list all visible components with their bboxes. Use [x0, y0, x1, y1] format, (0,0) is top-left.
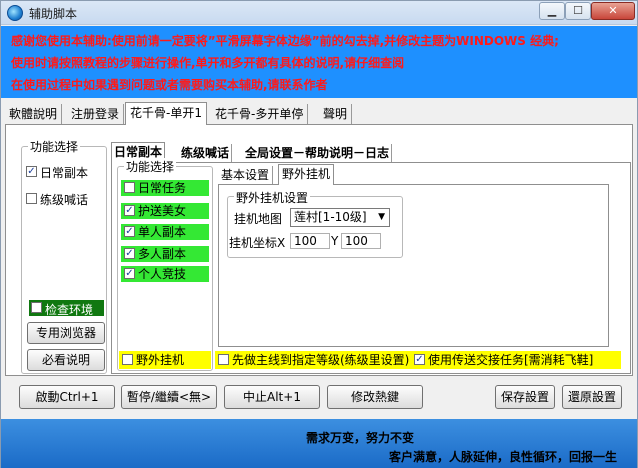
wild-hang-label: 野外挂机	[136, 353, 185, 367]
leveling-shout-label: 练级喊话	[40, 193, 89, 207]
browser-button[interactable]: 专用浏览器	[27, 322, 105, 344]
hang-map-label: 挂机地图	[234, 212, 283, 226]
daily-dungeon-label: 日常副本	[40, 166, 89, 180]
chevron-down-icon: ▼	[378, 212, 385, 222]
arena-checkbox[interactable]: ✓	[124, 268, 135, 279]
hotkey-button[interactable]: 修改熱鍵	[327, 385, 423, 409]
teleport-label: 使用传送交接任务[需消耗飞鞋]	[428, 353, 594, 367]
pause-button[interactable]: 暫停/繼續<無>	[121, 385, 217, 409]
wild-hang-toggle[interactable]: 野外挂机	[119, 351, 211, 369]
hang-coord-label: 挂机坐标X	[229, 236, 286, 250]
tab-single-open[interactable]: 花千骨-单开1	[125, 102, 207, 125]
arena-label: 个人竞技	[138, 267, 187, 281]
check-env-checkbox[interactable]	[31, 302, 42, 313]
notice-line-3: 在使用过程中如果遇到问题或者需要购买本辅助,请联系作者	[11, 78, 328, 92]
footer-banner: 需求万变，努力不变 客户满意，人脉延伸，良性循环，回报一生	[1, 419, 637, 468]
notice-panel: 感谢您使用本辅助:使用前请一定要将”平滑屏幕字体边缘”前的勾去掉,并修改主题为W…	[1, 26, 637, 98]
multi-dungeon-checkbox[interactable]: ✓	[124, 248, 135, 259]
title-bar[interactable]: 辅助脚本 ▁ ☐ ✕	[1, 1, 637, 25]
function-select-title: 功能选择	[28, 138, 81, 155]
start-button[interactable]: 啟動Ctrl+1	[19, 385, 115, 409]
hang-map-select[interactable]: 莲村[1-10级] ▼	[290, 208, 390, 227]
save-settings-button[interactable]: 保存設置	[495, 385, 555, 409]
notice-line-1: 感谢您使用本辅助:使用前请一定要将”平滑屏幕字体边缘”前的勾去掉,并修改主题为W…	[11, 34, 559, 48]
maximize-button[interactable]: ☐	[565, 2, 591, 20]
tab-leveling-shout[interactable]: 练级喊话	[179, 144, 233, 162]
daily-task-item[interactable]: 日常任务	[121, 180, 209, 196]
daily-function-title: 功能选择	[124, 158, 177, 175]
escort-checkbox[interactable]: ✓	[124, 205, 135, 216]
multi-dungeon-item[interactable]: ✓ 多人副本	[121, 246, 209, 262]
main-quest-checkbox[interactable]	[218, 354, 229, 365]
notice-line-2: 使用时请按照教程的步骤进行操作,单开和多开都有具体的说明,请仔细查阅	[11, 56, 405, 70]
escort-item[interactable]: ✓ 护送美女	[121, 203, 209, 219]
check-env-label: 检查环境	[45, 303, 94, 317]
multi-dungeon-label: 多人副本	[138, 247, 187, 261]
must-read-button[interactable]: 必看说明	[27, 349, 105, 371]
minimize-button[interactable]: ▁	[539, 2, 565, 20]
hang-map-value: 莲村[1-10级]	[294, 210, 367, 224]
stop-button[interactable]: 中止Alt+1	[224, 385, 320, 409]
coord-y-label: Y	[331, 234, 339, 248]
coord-y-input[interactable]: 100	[341, 233, 381, 249]
close-button[interactable]: ✕	[591, 2, 635, 20]
app-icon	[7, 5, 23, 21]
footer-slogan-2: 客户满意，人脉延伸，良性循环，回报一生	[389, 450, 618, 464]
check-env-toggle[interactable]: 检查环境	[29, 300, 104, 317]
main-window: 辅助脚本 ▁ ☐ ✕ 感谢您使用本辅助:使用前请一定要将”平滑屏幕字体边缘”前的…	[0, 0, 638, 468]
tab-multi-open[interactable]: 花千骨-多开单停	[211, 104, 309, 124]
tab-wild-hang[interactable]: 野外挂机	[278, 164, 335, 185]
daily-task-label: 日常任务	[138, 181, 187, 195]
tab-register-login[interactable]: 注册登录	[67, 104, 125, 124]
daily-task-checkbox[interactable]	[124, 182, 135, 193]
daily-dungeon-checkbox[interactable]: ✓	[26, 166, 37, 177]
teleport-checkbox[interactable]: ✓	[414, 354, 425, 365]
main-quest-toggle[interactable]: 先做主线到指定等级(练级里设置)	[215, 351, 411, 369]
tab-basic-settings[interactable]: 基本设置	[218, 166, 274, 184]
window-title: 辅助脚本	[29, 7, 78, 21]
wild-hang-settings-title: 野外挂机设置	[234, 189, 311, 206]
restore-settings-button[interactable]: 還原設置	[562, 385, 622, 409]
footer-slogan-1: 需求万变，努力不变	[306, 431, 415, 445]
main-quest-label: 先做主线到指定等级(练级里设置)	[232, 353, 410, 367]
solo-dungeon-item[interactable]: ✓ 单人副本	[121, 224, 209, 240]
tab-global-settings[interactable]: 全局设置－帮助说明－日志	[243, 144, 393, 162]
teleport-toggle[interactable]: ✓ 使用传送交接任务[需消耗飞鞋]	[411, 351, 621, 369]
tab-software-info[interactable]: 軟體說明	[5, 104, 63, 124]
leveling-shout-checkbox[interactable]	[26, 193, 37, 204]
wild-hang-checkbox[interactable]	[122, 354, 133, 365]
coord-x-input[interactable]: 100	[290, 233, 330, 249]
solo-dungeon-label: 单人副本	[138, 225, 187, 239]
escort-label: 护送美女	[138, 204, 187, 218]
solo-dungeon-checkbox[interactable]: ✓	[124, 226, 135, 237]
arena-item[interactable]: ✓ 个人竞技	[121, 266, 209, 282]
tab-statement[interactable]: 聲明	[319, 104, 353, 124]
